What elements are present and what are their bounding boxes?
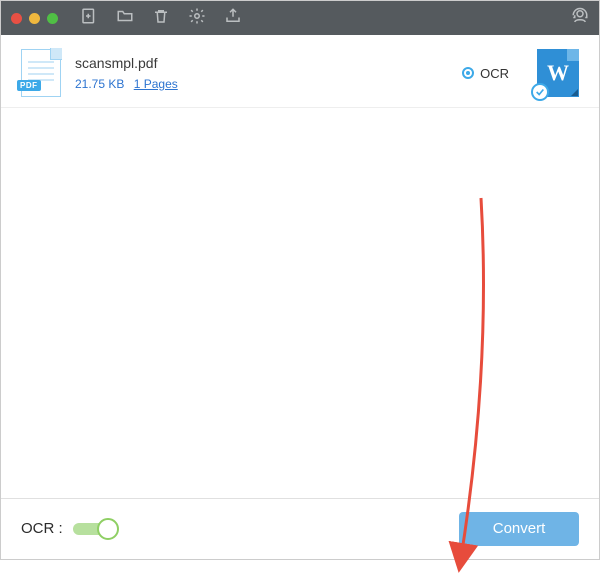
folder-icon[interactable] [116, 7, 134, 30]
window-controls [11, 13, 58, 24]
ocr-footer-label: OCR : [21, 520, 63, 537]
titlebar [1, 1, 599, 35]
dropdown-triangle-icon [571, 89, 578, 96]
settings-icon[interactable] [188, 7, 206, 30]
file-size: 21.75 KB [75, 77, 124, 91]
convert-button[interactable]: Convert [459, 512, 579, 546]
pdf-file-icon: PDF [21, 49, 61, 97]
toggle-knob-icon [97, 518, 119, 540]
ocr-row-label: OCR [480, 66, 509, 81]
export-icon[interactable] [224, 7, 242, 30]
output-format-button[interactable]: W [537, 49, 579, 97]
ocr-toggle[interactable] [73, 523, 117, 535]
support-icon[interactable] [571, 7, 589, 30]
file-row[interactable]: PDF scansmpl.pdf 21.75 KB 1 Pages OCR W [21, 49, 579, 97]
add-file-icon[interactable] [80, 7, 98, 30]
zoom-window-button[interactable] [47, 13, 58, 24]
file-info: scansmpl.pdf 21.75 KB 1 Pages [75, 55, 178, 91]
ocr-row-option[interactable]: OCR [462, 66, 509, 81]
trash-icon[interactable] [152, 7, 170, 30]
file-pages-link[interactable]: 1 Pages [134, 77, 178, 91]
file-name: scansmpl.pdf [75, 55, 178, 71]
footer: OCR : Convert [1, 498, 599, 558]
minimize-window-button[interactable] [29, 13, 40, 24]
empty-area [1, 108, 599, 498]
close-window-button[interactable] [11, 13, 22, 24]
check-circle-icon [531, 83, 549, 101]
pdf-badge: PDF [17, 80, 41, 91]
ocr-radio-icon [462, 67, 474, 79]
file-list: PDF scansmpl.pdf 21.75 KB 1 Pages OCR W [1, 35, 599, 108]
